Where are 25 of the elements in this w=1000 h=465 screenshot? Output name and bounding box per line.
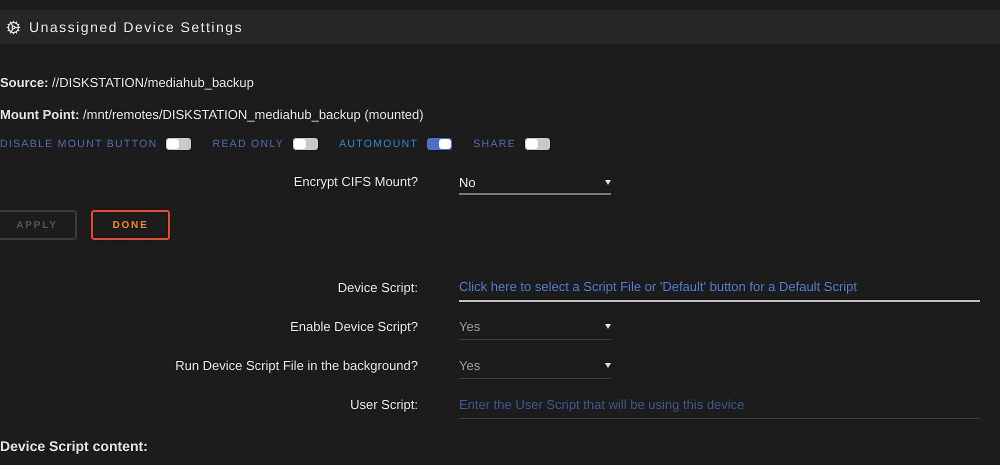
caret-icon: [605, 180, 611, 185]
toggle-switch[interactable]: [293, 138, 318, 150]
toggle-switch[interactable]: [166, 138, 192, 150]
field-label: Enable Device Script?: [289, 319, 418, 334]
info-line: Mount Point: /mnt/remotes/DISKSTATION_mediahub_backup (mounted): [0, 106, 424, 122]
caret-icon: [605, 324, 611, 328]
script-file-picker[interactable]: Click here to select a Script File or 'Default' button for a Default Script: [459, 274, 980, 302]
section-title: Device Script content:: [0, 438, 149, 454]
caret-icon: [605, 362, 611, 368]
gear-icon: [6, 20, 21, 34]
field-label: Encrypt CIFS Mount?: [292, 174, 418, 189]
input-field[interactable]: Enter the User Script that will be using this device: [459, 390, 980, 419]
field-label: Run Device Script File in the background?: [174, 358, 418, 373]
field-label: User Script:: [349, 397, 418, 412]
dropdown[interactable]: No: [459, 168, 611, 194]
field-label: Device Script:: [336, 280, 418, 295]
toggle-label: READ ONLY: [212, 138, 284, 150]
toggle-label: DISABLE MOUNT BUTTON: [0, 138, 158, 150]
toggle-switch[interactable]: [427, 138, 452, 150]
info-line: Source: //DISKSTATION/mediahub_backup: [0, 74, 254, 90]
done-button[interactable]: DONE: [91, 210, 170, 240]
toggle-label: SHARE: [473, 138, 516, 150]
toggle-switch[interactable]: [524, 138, 550, 150]
toggle-label: AUTOMOUNT: [339, 138, 418, 150]
panel-title: Unassigned Device Settings: [29, 19, 244, 35]
